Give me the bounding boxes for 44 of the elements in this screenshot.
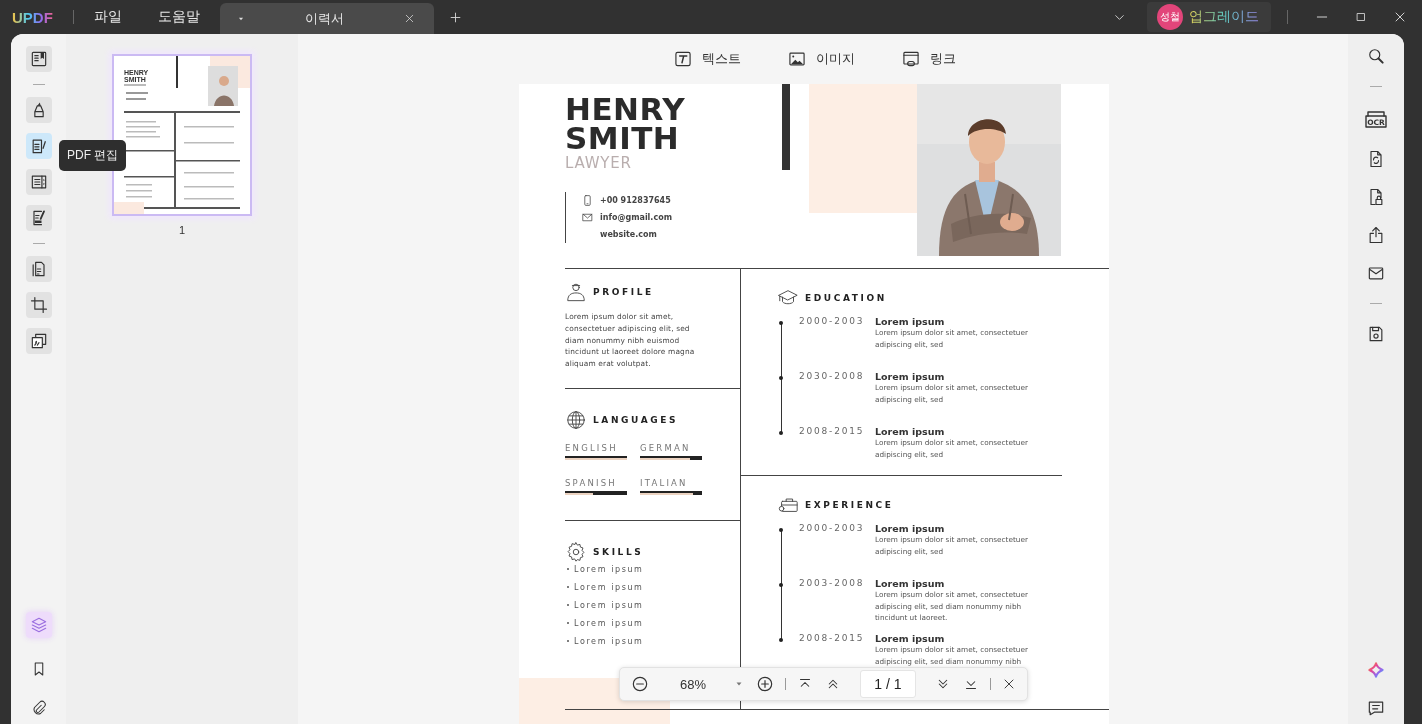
section-heading: SKILLS (593, 547, 644, 557)
zoom-level[interactable]: 68% (680, 676, 723, 692)
section-heading: LANGUAGES (593, 415, 679, 425)
toolbar-button[interactable]: 이미지 (786, 49, 855, 69)
tooltip: PDF 편집 (59, 140, 127, 171)
toolbar-button[interactable]: 링크 (900, 49, 956, 69)
date-range: 2003-2008 (799, 578, 866, 588)
document-tab[interactable]: 이력서 (219, 3, 434, 34)
menu-item[interactable]: 파일 (93, 8, 122, 26)
date-range: 2030-2008 (799, 371, 866, 381)
toolbar-button[interactable]: 텍스트 (672, 49, 741, 69)
skill-text: Lorem ipsum (574, 636, 644, 646)
section-heading: EXPERIENCE (805, 500, 894, 510)
page-field[interactable]: 1 / 1 (859, 670, 917, 698)
entry-title: Lorem ipsum (875, 371, 946, 382)
entry-title: Lorem ipsum (875, 316, 946, 327)
page-number: 1 (178, 224, 186, 236)
upgrade-button[interactable]: 성철 업그레이드 (1147, 2, 1271, 32)
language-name: ENGLISH (565, 443, 619, 453)
language-name: SPANISH (565, 478, 618, 488)
skill-text: Lorem ipsum (574, 600, 644, 610)
section-heading: PROFILE (593, 287, 654, 297)
date-range: 2008-2015 (799, 633, 866, 643)
entry-title: Lorem ipsum (875, 633, 946, 644)
entry-title: Lorem ipsum (875, 578, 946, 589)
skill-text: Lorem ipsum (574, 564, 644, 574)
date-range: 2000-2003 (799, 523, 866, 533)
contact-text: info@gmail.com (600, 213, 672, 222)
menu-item[interactable]: 도움말 (157, 8, 200, 26)
person-name: HENRY SMITH (565, 90, 687, 153)
tab-title: 이력서 (303, 9, 345, 28)
section-heading: EDUCATION (805, 293, 887, 303)
skill-text: Lorem ipsum (574, 582, 644, 592)
contact-text: +00 912837645 (600, 196, 671, 205)
avatar: 성철 (1157, 4, 1183, 30)
job-title: LAWYER (565, 154, 633, 172)
language-name: ITALIAN (640, 478, 689, 488)
entry-title: Lorem ipsum (875, 523, 946, 534)
contact-text: website.com (600, 230, 657, 239)
date-range: 2000-2003 (799, 316, 866, 326)
date-range: 2008-2015 (799, 426, 866, 436)
skill-text: Lorem ipsum (574, 618, 644, 628)
language-name: GERMAN (640, 443, 692, 453)
entry-title: Lorem ipsum (875, 426, 946, 437)
